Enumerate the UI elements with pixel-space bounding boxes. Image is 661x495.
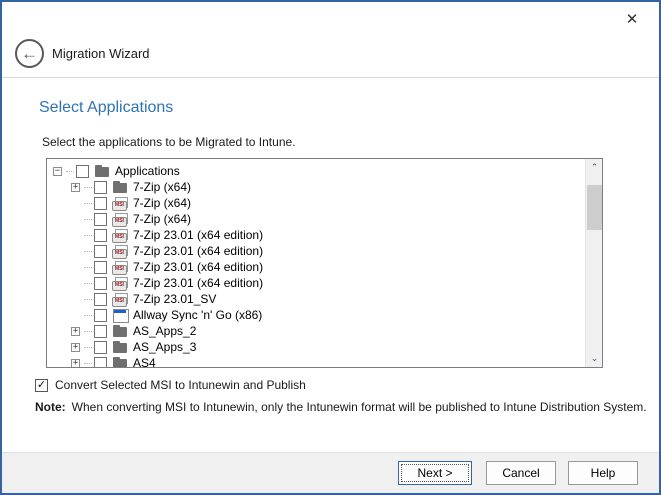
row-checkbox[interactable]: [94, 197, 107, 210]
connector-line: [66, 171, 74, 172]
node-label[interactable]: 7-Zip (x64): [133, 180, 191, 194]
tree-row[interactable]: 7-Zip 23.01 (x64 edition): [47, 275, 585, 291]
tree-row[interactable]: 7-Zip 23.01 (x64 edition): [47, 243, 585, 259]
tree-row[interactable]: + AS4: [47, 355, 585, 367]
msi-icon: [112, 277, 128, 290]
app-icon: [112, 309, 128, 322]
expander-icon[interactable]: −: [53, 167, 62, 176]
page-title: Select Applications: [39, 99, 173, 117]
msi-icon: [112, 213, 128, 226]
scrollbar-thumb[interactable]: [587, 185, 602, 230]
node-label[interactable]: 7-Zip (x64): [133, 196, 191, 210]
node-label[interactable]: 7-Zip 23.01_SV: [133, 292, 216, 306]
tree-row[interactable]: 7-Zip (x64): [47, 211, 585, 227]
folder-icon: [112, 341, 128, 354]
connector-line: [84, 267, 92, 268]
convert-option[interactable]: ✓ Convert Selected MSI to Intunewin and …: [35, 378, 306, 392]
header-divider: [2, 77, 659, 78]
connector-line: [84, 299, 92, 300]
tree-scrollbar[interactable]: ⌃ ⌄: [585, 159, 602, 367]
row-checkbox[interactable]: [94, 277, 107, 290]
msi-icon: [112, 245, 128, 258]
connector-line: [84, 203, 92, 204]
connector-line: [84, 187, 92, 188]
applications-tree: − Applications + 7-Zip (x64) 7-Zip (x64)…: [46, 158, 603, 368]
connector-line: [84, 219, 92, 220]
tree-row[interactable]: − Applications: [47, 163, 585, 179]
expander-icon[interactable]: +: [71, 183, 80, 192]
connector-line: [84, 283, 92, 284]
expander-icon[interactable]: +: [71, 343, 80, 352]
folder-icon: [112, 357, 128, 368]
row-checkbox[interactable]: [94, 357, 107, 368]
expander-icon[interactable]: +: [71, 327, 80, 336]
row-checkbox[interactable]: [94, 261, 107, 274]
node-label[interactable]: 7-Zip (x64): [133, 212, 191, 226]
connector-line: [84, 235, 92, 236]
row-checkbox[interactable]: [94, 293, 107, 306]
note-text: Note: When converting MSI to Intunewin, o…: [35, 400, 647, 414]
close-icon[interactable]: ✕: [621, 8, 643, 30]
convert-label: Convert Selected MSI to Intunewin and Pu…: [55, 378, 306, 392]
node-label[interactable]: Allway Sync 'n' Go (x86): [133, 308, 262, 322]
convert-checkbox[interactable]: ✓: [35, 379, 48, 392]
expander-icon[interactable]: +: [71, 359, 80, 368]
node-label[interactable]: 7-Zip 23.01 (x64 edition): [133, 260, 263, 274]
folder-icon: [112, 325, 128, 338]
tree-row[interactable]: + AS_Apps_3: [47, 339, 585, 355]
connector-line: [84, 347, 92, 348]
row-checkbox[interactable]: [76, 165, 89, 178]
row-checkbox[interactable]: [94, 213, 107, 226]
msi-icon: [112, 229, 128, 242]
cancel-button[interactable]: Cancel: [486, 461, 556, 485]
wizard-header: ← Migration Wizard: [2, 32, 659, 77]
connector-line: [84, 363, 92, 364]
footer-bar: Next > Cancel Help: [2, 452, 659, 493]
row-checkbox[interactable]: [94, 325, 107, 338]
folder-icon: [112, 181, 128, 194]
node-label[interactable]: 7-Zip 23.01 (x64 edition): [133, 228, 263, 242]
node-label[interactable]: Applications: [115, 164, 180, 178]
back-icon[interactable]: ←: [15, 39, 44, 68]
help-button[interactable]: Help: [568, 461, 638, 485]
row-checkbox[interactable]: [94, 229, 107, 242]
tree-row[interactable]: 7-Zip 23.01_SV: [47, 291, 585, 307]
folder-icon: [94, 165, 110, 178]
migration-wizard-window: ✕ ← Migration Wizard Select Applications…: [0, 0, 661, 495]
tree-row[interactable]: 7-Zip 23.01 (x64 edition): [47, 227, 585, 243]
msi-icon: [112, 293, 128, 306]
note-body: When converting MSI to Intunewin, only t…: [72, 400, 647, 414]
tree-row[interactable]: + AS_Apps_2: [47, 323, 585, 339]
row-checkbox[interactable]: [94, 341, 107, 354]
node-label[interactable]: AS_Apps_2: [133, 324, 196, 338]
scroll-up-icon[interactable]: ⌃: [586, 159, 603, 176]
wizard-title: Migration Wizard: [52, 46, 150, 61]
note-label: Note:: [35, 400, 66, 414]
tree-row[interactable]: 7-Zip (x64): [47, 195, 585, 211]
node-label[interactable]: AS_Apps_3: [133, 340, 196, 354]
node-label[interactable]: 7-Zip 23.01 (x64 edition): [133, 276, 263, 290]
tree-row[interactable]: Allway Sync 'n' Go (x86): [47, 307, 585, 323]
msi-icon: [112, 261, 128, 274]
connector-line: [84, 251, 92, 252]
tree-rows: − Applications + 7-Zip (x64) 7-Zip (x64)…: [47, 163, 585, 367]
instruction-text: Select the applications to be Migrated t…: [42, 135, 296, 149]
connector-line: [84, 331, 92, 332]
row-checkbox[interactable]: [94, 309, 107, 322]
tree-row[interactable]: 7-Zip 23.01 (x64 edition): [47, 259, 585, 275]
connector-line: [84, 315, 92, 316]
row-checkbox[interactable]: [94, 245, 107, 258]
node-label[interactable]: 7-Zip 23.01 (x64 edition): [133, 244, 263, 258]
row-checkbox[interactable]: [94, 181, 107, 194]
tree-row[interactable]: + 7-Zip (x64): [47, 179, 585, 195]
scroll-down-icon[interactable]: ⌄: [586, 350, 603, 367]
title-bar: ✕: [2, 2, 659, 32]
msi-icon: [112, 197, 128, 210]
node-label[interactable]: AS4: [133, 356, 156, 367]
next-button[interactable]: Next >: [398, 461, 472, 485]
